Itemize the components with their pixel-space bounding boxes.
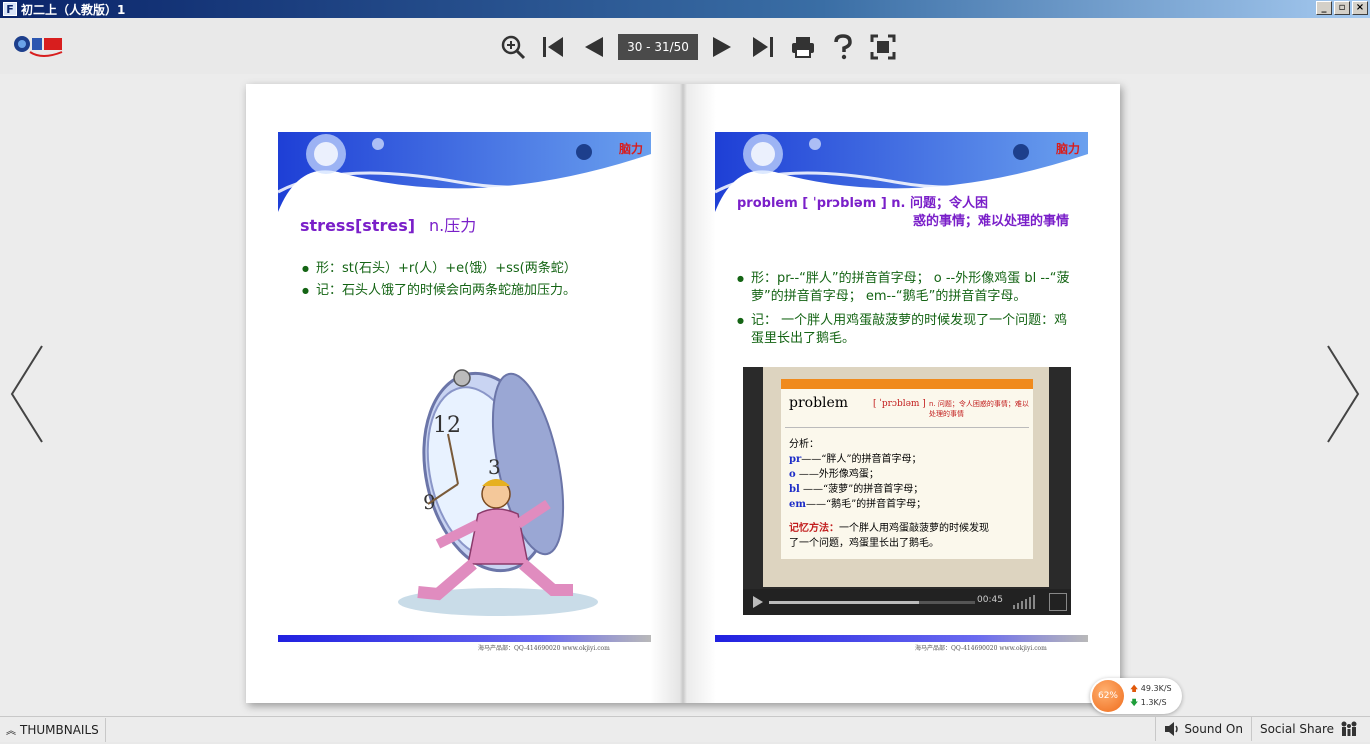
volume-bars-icon[interactable] <box>1011 595 1041 609</box>
slide-corner-logo: 脑力 <box>1055 142 1080 156</box>
word-text: stress[stres] <box>300 216 416 235</box>
slide-footer-bar <box>278 635 651 642</box>
word-heading: problem [ ˈprɔbləm ] n. 问题；令人困 惑的事情；难以处理… <box>737 195 1077 231</box>
prev-page-arrow-icon[interactable] <box>8 344 48 448</box>
list-item: 形：st(石头）+r(人）+e(饿）+ss(两条蛇） <box>302 258 642 280</box>
word-heading: stress[stres] n.压力 <box>300 212 476 236</box>
app-icon: F <box>3 2 17 16</box>
window-controls: _ ▫ × <box>1316 1 1368 15</box>
speaker-icon <box>1165 722 1179 736</box>
first-page-icon[interactable] <box>538 32 568 62</box>
play-icon[interactable] <box>747 591 769 613</box>
download-speed: 🡇 1.3K/S <box>1130 698 1167 707</box>
video-player[interactable]: problem [ ˈprɔbləm ] n. 问题；令人困惑的事情；难以处理的… <box>743 367 1071 615</box>
toolbar-controls: 30 - 31/50 <box>498 32 908 62</box>
slide-footer-text: 海马产品部：QQ-414690020 www.okjiyi.com <box>915 645 1047 652</box>
upload-arrow-icon: 🡅 <box>1130 684 1139 693</box>
word-text: problem [ ˈprɔbləm ] <box>737 196 887 211</box>
right-slide: 脑力 problem [ ˈprɔbləm ] n. 问题；令人困 惑的事情；难… <box>715 132 1088 652</box>
word-meaning: n. 问题；令人困 <box>891 196 989 211</box>
word-meaning: n.压力 <box>429 216 477 235</box>
mnemonic-list: 形：st(石头）+r(人）+e(饿）+ss(两条蛇） 记：石头人饿了的时候会向两… <box>302 258 642 302</box>
network-speed-widget[interactable]: 62% 🡅 49.3K/S 🡇 1.3K/S <box>1090 678 1182 714</box>
upload-speed: 🡅 49.3K/S <box>1130 684 1172 693</box>
analysis-row: o ——外形像鸡蛋； <box>789 469 879 480</box>
analysis-row: em——“鹅毛”的拼音首字母； <box>789 499 927 510</box>
prev-page-icon[interactable] <box>578 32 608 62</box>
book-spread: 脑力 stress[stres] n.压力 形：st(石头）+r(人）+e(饿）+… <box>246 84 1120 703</box>
bottom-bar: ︽ THUMBNAILS Sound On Social Share <box>0 716 1370 742</box>
analysis-title: 分析： <box>789 439 819 450</box>
mnemonic-list: 形：pr--“胖人”的拼音首字母； o --外形像鸡蛋 bl --“菠萝”的拼音… <box>737 270 1075 354</box>
video-fullscreen-icon[interactable] <box>1049 593 1067 611</box>
sound-label: Sound On <box>1184 722 1243 736</box>
svg-text:3: 3 <box>488 455 501 479</box>
video-controls: 00:45 <box>743 589 1071 615</box>
video-card: problem [ ˈprɔbləm ] n. 问题；令人困惑的事情；难以处理的… <box>781 389 1033 559</box>
sound-toggle-button[interactable]: Sound On <box>1155 717 1251 741</box>
window-title-bar: F 初二上（人教版）1 _ ▫ × <box>0 0 1370 18</box>
social-share-label: Social Share <box>1259 722 1334 736</box>
speed-percent: 62% <box>1092 680 1124 712</box>
video-seek-bar[interactable] <box>769 601 975 604</box>
word-meaning-continued: 惑的事情；难以处理的事情 <box>912 214 1069 229</box>
restore-button[interactable]: ▫ <box>1334 1 1350 15</box>
video-divider <box>785 427 1029 428</box>
fullscreen-icon[interactable] <box>868 32 898 62</box>
video-meaning: n. 问题；令人困惑的事情；难以处理的事情 <box>929 400 1029 418</box>
video-time: 00:45 <box>977 595 1003 605</box>
right-page[interactable]: 脑力 problem [ ˈprɔbləm ] n. 问题；令人困 惑的事情；难… <box>683 84 1120 703</box>
video-top-bar <box>781 379 1033 389</box>
video-screen[interactable]: problem [ ˈprɔbləm ] n. 问题；令人困惑的事情；难以处理的… <box>763 367 1049 587</box>
slide-footer-bar <box>715 635 1088 642</box>
help-icon[interactable] <box>828 32 858 62</box>
last-page-icon[interactable] <box>748 32 778 62</box>
memory-label: 记忆方法： <box>789 523 839 534</box>
video-word: problem <box>789 395 849 411</box>
double-chevron-up-icon: ︽ <box>6 726 16 737</box>
minimize-button[interactable]: _ <box>1316 1 1332 15</box>
download-arrow-icon: 🡇 <box>1130 698 1139 707</box>
thumbnails-button[interactable]: ︽ THUMBNAILS <box>0 717 106 742</box>
slide-footer-text: 海马产品部：QQ-414690020 www.okjiyi.com <box>478 645 610 652</box>
list-item: 记： 一个胖人用鸡蛋敲菠萝的时候发现了一个问题：鸡蛋里长出了鹅毛。 <box>737 312 1075 348</box>
slide-corner-logo: 脑力 <box>618 142 643 156</box>
video-analysis: 分析： pr——“胖人”的拼音首字母； o ——外形像鸡蛋； bl ——“菠萝”… <box>789 437 926 512</box>
social-share-button[interactable]: Social Share <box>1250 717 1366 741</box>
analysis-row: bl ——“菠萝”的拼音首字母； <box>789 484 924 495</box>
page-indicator[interactable]: 30 - 31/50 <box>618 34 698 60</box>
slide-banner <box>278 132 651 212</box>
video-phonetic: [ ˈprɔbləm ] <box>873 399 926 409</box>
bottom-tools: Sound On Social Share <box>1155 717 1366 741</box>
zoom-in-icon[interactable] <box>498 32 528 62</box>
book-viewport: 脑力 stress[stres] n.压力 形：st(石头）+r(人）+e(饿）+… <box>0 74 1370 716</box>
left-slide: 脑力 stress[stres] n.压力 形：st(石头）+r(人）+e(饿）+… <box>278 132 651 652</box>
brand-logo-icon <box>12 32 68 62</box>
video-progress-fill <box>769 601 920 604</box>
analysis-row: pr——“胖人”的拼音首字母； <box>789 454 922 465</box>
left-page[interactable]: 脑力 stress[stres] n.压力 形：st(石头）+r(人）+e(饿）+… <box>246 84 683 703</box>
window-title: 初二上（人教版）1 <box>21 2 126 17</box>
svg-text:12: 12 <box>433 413 461 438</box>
close-button[interactable]: × <box>1352 1 1368 15</box>
people-icon <box>1341 721 1357 736</box>
print-icon[interactable] <box>788 32 818 62</box>
thumbnails-label: THUMBNAILS <box>20 722 99 737</box>
video-memory: 记忆方法：一个胖人用鸡蛋敲菠萝的时候发现了一个问题，鸡蛋里长出了鹅毛。 <box>789 521 989 551</box>
list-item: 形：pr--“胖人”的拼音首字母； o --外形像鸡蛋 bl --“菠萝”的拼音… <box>737 270 1075 306</box>
list-item: 记：石头人饿了的时候会向两条蛇施加压力。 <box>302 280 642 302</box>
next-page-icon[interactable] <box>708 32 738 62</box>
man-carrying-clock-illustration: 12 3 9 <box>398 369 598 616</box>
toolbar: 30 - 31/50 <box>0 18 1370 74</box>
next-page-arrow-icon[interactable] <box>1322 344 1362 448</box>
